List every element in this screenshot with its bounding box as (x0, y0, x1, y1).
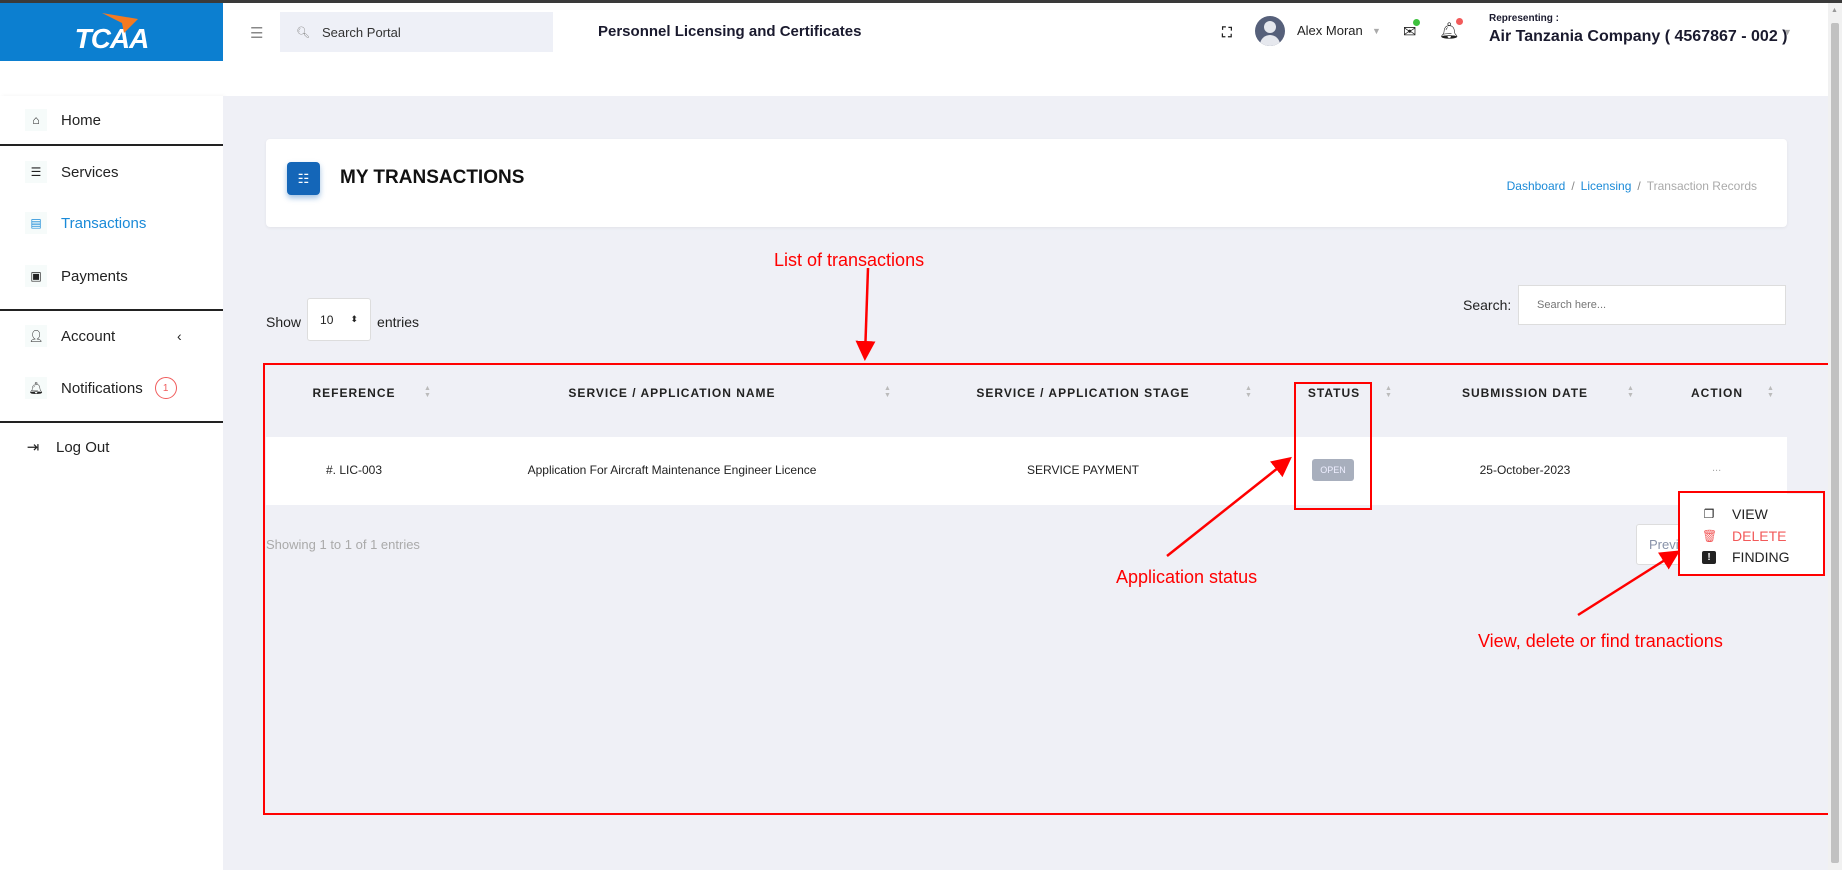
scrollbar-thumb[interactable] (1831, 23, 1839, 863)
arrow-list (855, 267, 876, 361)
arrow-actions (1577, 550, 1681, 617)
annotation-arrows (855, 267, 1681, 617)
page-scrollbar[interactable]: ▲ (1828, 3, 1842, 870)
scroll-up-icon[interactable]: ▲ (1831, 7, 1838, 14)
arrow-status (1166, 456, 1292, 557)
